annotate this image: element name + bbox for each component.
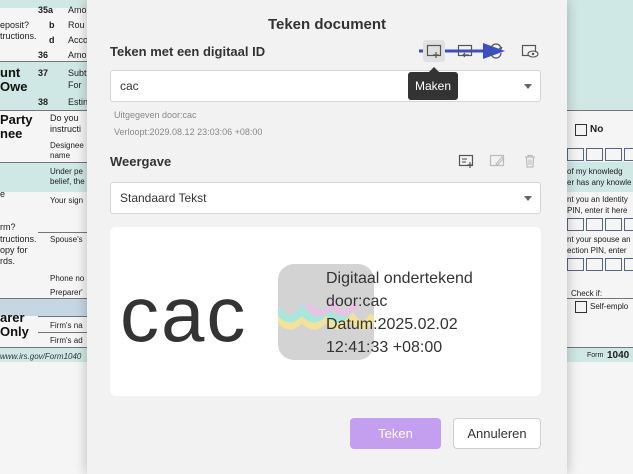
trash-icon: [525, 154, 535, 168]
import-icon: [457, 44, 473, 58]
view-details-icon: [521, 44, 539, 58]
delete-appearance-button[interactable]: [519, 150, 541, 172]
dialog-title: Teken document: [267, 16, 387, 33]
import-id-button[interactable]: [454, 40, 476, 62]
issued-by-text: Uitgegeven door:cac: [114, 110, 197, 120]
new-id-icon: [426, 44, 442, 58]
digital-id-value: cac: [120, 79, 139, 93]
cancel-button[interactable]: Annuleren: [453, 418, 541, 449]
appearance-select[interactable]: Standaard Tekst: [110, 182, 541, 214]
signer-name: cac: [120, 270, 248, 358]
chevron-down-icon: [524, 196, 532, 201]
digital-id-label: Teken met een digitaal ID: [110, 44, 266, 59]
new-appearance-icon: [458, 154, 474, 168]
appearance-label: Weergave: [110, 154, 172, 169]
appearance-value: Standaard Tekst: [120, 191, 207, 205]
view-id-button[interactable]: [519, 40, 541, 62]
refresh-id-button[interactable]: [485, 40, 507, 62]
create-tooltip: Maken: [408, 67, 458, 100]
signature-preview: cac Digitaal ondertekend door:cac Datum:…: [110, 227, 541, 396]
refresh-icon: [489, 43, 503, 59]
chevron-down-icon: [524, 84, 532, 89]
create-id-button[interactable]: [423, 40, 445, 62]
sign-document-dialog: Teken document Teken met een digitaal ID: [87, 0, 567, 474]
edit-icon: [489, 154, 505, 167]
signature-details: Digitaal ondertekend door:cac Datum:2025…: [326, 270, 473, 356]
edit-appearance-button[interactable]: [486, 150, 508, 172]
sign-button[interactable]: Teken: [350, 418, 441, 449]
digital-id-select[interactable]: cac: [110, 70, 541, 102]
expires-text: Verloopt:2029.08.12 23:03:06 +08:00: [114, 127, 263, 137]
new-appearance-button[interactable]: [455, 150, 477, 172]
